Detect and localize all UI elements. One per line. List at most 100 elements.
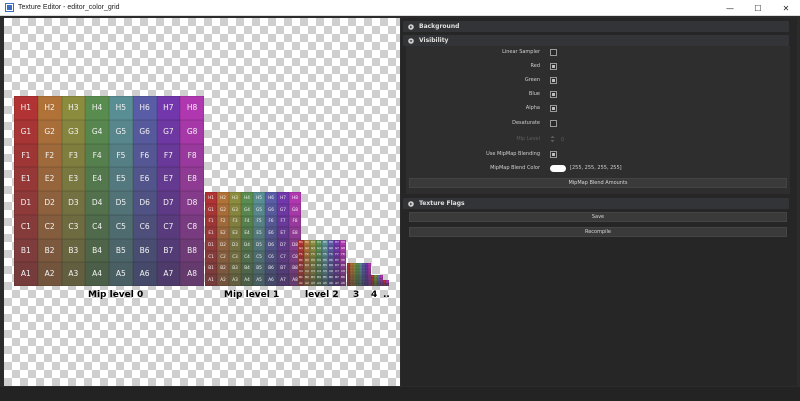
chevron-down-icon [407, 37, 414, 44]
grid-cell: G7 [277, 203, 289, 216]
grid-cell: G1 [14, 119, 38, 144]
grid-cell: E5 [109, 167, 133, 191]
grid-cell: H3 [229, 192, 241, 204]
grid-cell: E3 [229, 227, 241, 239]
grid-cell: G4 [85, 119, 109, 144]
grid-cell: B4 [241, 262, 253, 275]
mip-level-image [371, 275, 383, 286]
grid-cell: B5 [253, 262, 265, 275]
grid-cell: D6 [265, 239, 277, 251]
grid-cell: E7 [277, 227, 289, 239]
section-background-label: Background [419, 23, 460, 30]
grid-cell [386, 283, 389, 286]
grid-cell: A2 [37, 262, 62, 286]
grid-cell: G2 [37, 119, 62, 144]
grid-cell: F8 [289, 215, 301, 228]
grid-cell: E6 [265, 227, 277, 239]
chevron-right-icon [407, 23, 414, 30]
grid-cell: G8 [180, 119, 204, 144]
grid-cell: E1 [14, 167, 38, 191]
mip-level-image: H1 H2 H3 H4 H5 H6 H7 H8 G1 G2 G3 G4 G5 G6 G7 G8 F1 F2 F3 F4… [205, 192, 301, 286]
grid-cell: F3 [229, 215, 241, 228]
grid-cell: E5 [253, 227, 265, 239]
checkmark-icon [552, 65, 555, 68]
mip-level-label: .. [383, 290, 390, 300]
checkmark-icon [552, 93, 555, 96]
grid-cell: H8 [180, 96, 204, 120]
grid-cell: G2 [217, 203, 229, 216]
visibility-row-label: Use MipMap Blending [486, 151, 540, 157]
mipmap-blend-amounts-button[interactable]: MipMap Blend Amounts [409, 178, 787, 188]
grid-cell: F3 [61, 143, 86, 168]
grid-cell: C6 [265, 250, 277, 263]
section-texture-flags[interactable]: Texture Flags [403, 198, 789, 209]
checkbox[interactable] [550, 77, 557, 84]
grid-cell: G1 [205, 203, 217, 216]
grid-cell: D3 [229, 239, 241, 251]
grid-cell: G5 [109, 119, 133, 144]
grid-cell: H1 [205, 192, 217, 204]
grid-cell: A1 [14, 262, 38, 286]
grid-cell: A6 [265, 274, 277, 286]
recompile-button[interactable]: Recompile [409, 227, 787, 237]
checkbox[interactable] [550, 91, 557, 98]
grid-cell: G6 [265, 203, 277, 216]
grid-cell: A7 [156, 262, 181, 286]
grid-cell: G3 [229, 203, 241, 216]
mip-level-value: 0 [561, 136, 565, 143]
grid-cell: G8 [289, 203, 301, 216]
visibility-row: Blue [406, 90, 790, 100]
blend-color-swatch[interactable] [550, 165, 566, 172]
grid-cell: H4 [85, 96, 109, 120]
grid-cell: A3 [61, 262, 86, 286]
visibility-row-label: Green [524, 77, 540, 83]
grid-cell: H1 [14, 96, 38, 120]
mip-level-label: Mip level 0 [88, 290, 144, 300]
checkbox[interactable] [550, 63, 557, 70]
checkmark-icon [552, 107, 555, 110]
section-visibility-label: Visibility [419, 37, 449, 44]
grid-cell: C4 [241, 250, 253, 263]
grid-cell: A7 [277, 274, 289, 286]
mip-level-image: H1 H2 H3 H4 H5 H6 H7 H8 G1 G2 G3 G4 G5 G6 G7 G8 F1 F2 F3 F4… [298, 240, 346, 286]
grid-cell: G4 [241, 203, 253, 216]
grid-cell: F1 [205, 215, 217, 228]
grid-cell: B1 [14, 238, 38, 263]
grid-cell: H2 [217, 192, 229, 204]
checkbox[interactable] [550, 120, 557, 127]
checkbox[interactable] [550, 151, 557, 158]
grid-cell: A5 [109, 262, 133, 286]
grid-cell: B3 [61, 238, 86, 263]
grid-cell: B6 [265, 262, 277, 275]
section-visibility[interactable]: Visibility [403, 35, 789, 46]
grid-cell: E7 [156, 167, 181, 191]
mip-level-spinner[interactable]: 0 [550, 135, 576, 144]
visibility-row-label: Mip Level [516, 136, 540, 142]
grid-cell: B2 [37, 238, 62, 263]
close-button[interactable]: ✕ [772, 0, 800, 16]
grid-cell: B3 [229, 262, 241, 275]
section-texture-flags-label: Texture Flags [419, 200, 465, 207]
grid-cell: F2 [37, 143, 62, 168]
grid-cell: B6 [132, 238, 157, 263]
grid-cell: F8 [180, 143, 204, 168]
grid-cell: E1 [205, 227, 217, 239]
grid-cell: G3 [61, 119, 86, 144]
visibility-row-label: Blue [528, 91, 540, 97]
checkbox[interactable] [550, 49, 557, 56]
grid-cell: H4 [241, 192, 253, 204]
window-titlebar: Texture Editor - editor_color_grid — ☐ ✕ [0, 0, 800, 16]
checkbox[interactable] [550, 105, 557, 112]
grid-cell: D7 [277, 239, 289, 251]
maximize-button[interactable]: ☐ [744, 0, 772, 16]
texture-viewport[interactable]: H1 H2 H3 H4 H5 H6 H7 H8 G1 G2 G3 G4 G5 G6 G7 G8 F1 F2 F3 F4… [4, 18, 400, 386]
section-background[interactable]: Background [403, 21, 789, 32]
spinner-arrows-icon [550, 135, 555, 145]
grid-cell: B7 [277, 262, 289, 275]
grid-cell: F2 [217, 215, 229, 228]
grid-cell: F5 [253, 215, 265, 228]
grid-cell: C8 [180, 214, 204, 239]
minimize-button[interactable]: — [716, 0, 744, 16]
grid-cell: E8 [180, 167, 204, 191]
save-button[interactable]: Save [409, 212, 787, 222]
